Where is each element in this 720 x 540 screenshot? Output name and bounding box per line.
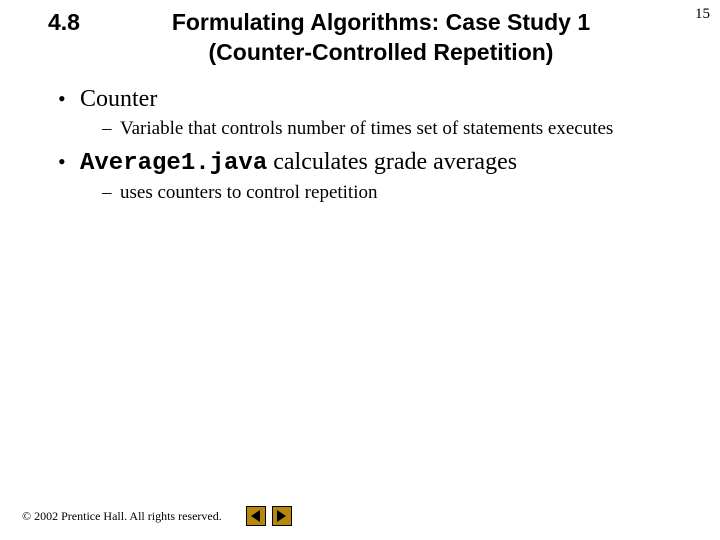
page-number: 15: [695, 6, 710, 23]
title-line-2: (Counter-Controlled Repetition): [209, 39, 554, 65]
sub-bullet: Variable that controls number of times s…: [102, 117, 670, 141]
title-text: Formulating Algorithms: Case Study 1 (Co…: [112, 8, 690, 68]
bullet-counter: Counter Variable that controls number of…: [58, 86, 670, 141]
prev-button[interactable]: [246, 506, 266, 526]
slide-title: 4.8 Formulating Algorithms: Case Study 1…: [0, 0, 720, 68]
section-number: 4.8: [48, 8, 112, 38]
code-text: Average1.java: [80, 150, 267, 177]
copyright-text: © 2002 Prentice Hall. All rights reserve…: [22, 509, 222, 524]
nav-button-group: [246, 506, 292, 526]
next-button[interactable]: [272, 506, 292, 526]
bullet-label: Counter: [80, 86, 157, 112]
title-line-1: Formulating Algorithms: Case Study 1: [172, 9, 590, 35]
triangle-right-icon: [277, 510, 286, 522]
sub-bullet: uses counters to control repetition: [102, 181, 670, 205]
bullet-average: Average1.java calculates grade averages …: [58, 149, 670, 205]
content-area: Counter Variable that controls number of…: [0, 68, 720, 205]
bullet-label: calculates grade averages: [267, 149, 517, 175]
triangle-left-icon: [251, 510, 260, 522]
footer: © 2002 Prentice Hall. All rights reserve…: [22, 506, 292, 526]
